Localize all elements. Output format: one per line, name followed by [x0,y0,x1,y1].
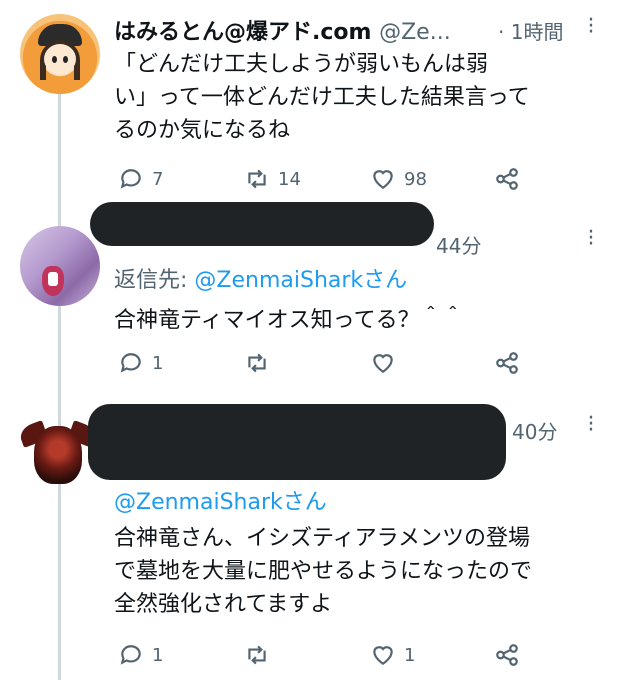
like-icon [373,170,393,189]
tweet-text: 「どんだけ工夫しようが弱いもんは弱 い」って一体どんだけ工夫した結果言って るの… [114,52,530,143]
like-button[interactable] [370,348,396,378]
retweet-count: 14 [278,168,301,190]
share-icon [496,168,518,190]
avatar[interactable] [20,14,100,94]
share-button[interactable] [494,348,520,378]
reply-icon [120,353,141,373]
share-icon [496,352,518,374]
redacted-name [90,202,434,246]
reply-handle-link[interactable]: @ZenmaiSharkさん [194,268,407,293]
avatar[interactable] [20,226,100,306]
retweet-icon [248,169,266,189]
tweet-actions: 1 [114,348,534,378]
like-button[interactable]: 98 [370,164,427,194]
reply-button[interactable]: 1 [118,640,163,670]
retweet-button[interactable] [244,640,270,670]
like-icon [373,354,393,373]
author-name[interactable]: はみるとん@爆アド.com @Ze... [114,14,451,46]
reply-icon [120,169,141,189]
redacted-name [88,404,506,480]
reply-context: @ZenmaiSharkさん [114,484,327,516]
tweet-text: 合神竜さん、イシズティアラメンツの登場 で墓地を大量に肥やせるようになったので … [114,526,533,617]
retweet-button[interactable]: 14 [244,164,301,194]
like-button[interactable]: 1 [370,640,415,670]
reply-button[interactable]: 1 [118,348,163,378]
tweet-actions: 7 14 98 [114,164,534,194]
retweet-button[interactable] [244,348,270,378]
more-icon[interactable]: · · · [586,222,596,256]
thread-line [58,92,61,680]
display-name[interactable]: はみるとん@爆アド.com [114,20,371,45]
tweet-actions: 1 1 [114,640,534,670]
reply-count: 1 [152,644,164,666]
like-count: 1 [404,644,416,666]
tweet-time[interactable]: 44分 [436,230,481,259]
reply-handle-link[interactable]: @ZenmaiSharkさん [114,490,327,515]
retweet-icon [248,645,266,665]
like-count: 98 [404,168,427,190]
reply-context: 返信先: @ZenmaiSharkさん [114,268,408,293]
tweet-time[interactable]: 40分 [512,416,557,445]
like-icon [373,646,393,665]
share-button[interactable] [494,640,520,670]
more-icon[interactable]: · · · [586,10,596,44]
author-handle[interactable]: @Ze... [379,20,451,45]
reply-icon [120,645,141,665]
tweet-text: 合神竜ティマイオス知ってる？＾＾ [114,308,464,333]
share-button[interactable] [494,164,520,194]
share-icon [496,644,518,666]
tweet-time[interactable]: · 1時間 [498,16,563,45]
retweet-icon [248,353,266,373]
more-icon[interactable]: · · · [586,408,596,442]
avatar[interactable] [18,412,98,492]
reply-count: 1 [152,352,164,374]
reply-button[interactable]: 7 [118,164,163,194]
reply-count: 7 [152,168,164,190]
